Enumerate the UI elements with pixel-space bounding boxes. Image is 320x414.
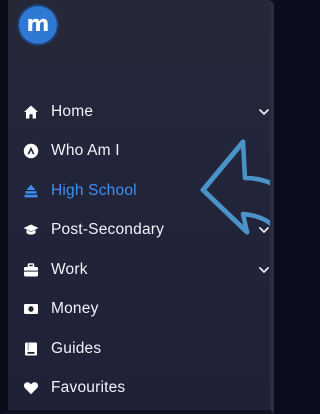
chevron-down-icon[interactable] [258,106,270,118]
graduation-cap-icon [22,221,40,239]
sidebar-item-money[interactable]: Money [8,290,270,330]
school-icon [22,182,40,200]
sidebar-item-post-secondary[interactable]: Post-Secondary [8,211,270,251]
sidebar-item-guides[interactable]: Guides [8,329,270,369]
sidebar-item-label: Guides [51,339,102,357]
sidebar-item-favourites[interactable]: Favourites [8,369,270,409]
person-circle-icon [22,142,40,160]
sidebar-item-label: Who Am I [51,142,120,160]
briefcase-icon [22,261,40,279]
logo-letter: m [26,12,50,37]
sidebar-nav: Home Who Am I High School Post-Secondary [8,92,270,408]
sidebar-item-label: High School [51,181,137,199]
sidebar-item-work[interactable]: Work [8,250,270,290]
sidebar-item-label: Work [51,260,88,278]
chevron-down-icon[interactable] [258,264,270,276]
book-icon [22,340,40,358]
sidebar-panel: m Home Who Am I High School Post-Seconda… [0,0,274,414]
sidebar-item-label: Post-Secondary [51,221,165,239]
money-icon [22,300,40,318]
sidebar-item-high-school[interactable]: High School [8,171,270,211]
logo-badge[interactable]: m [19,6,57,44]
chevron-down-icon[interactable] [258,224,270,236]
sidebar-item-who-am-i[interactable]: Who Am I [8,132,270,172]
sidebar-item-home[interactable]: Home [8,92,270,132]
sidebar-item-label: Home [51,102,94,120]
sidebar-item-label: Money [51,300,99,318]
heart-icon [22,379,40,397]
sidebar-item-label: Favourites [51,379,126,397]
home-icon [22,103,40,121]
